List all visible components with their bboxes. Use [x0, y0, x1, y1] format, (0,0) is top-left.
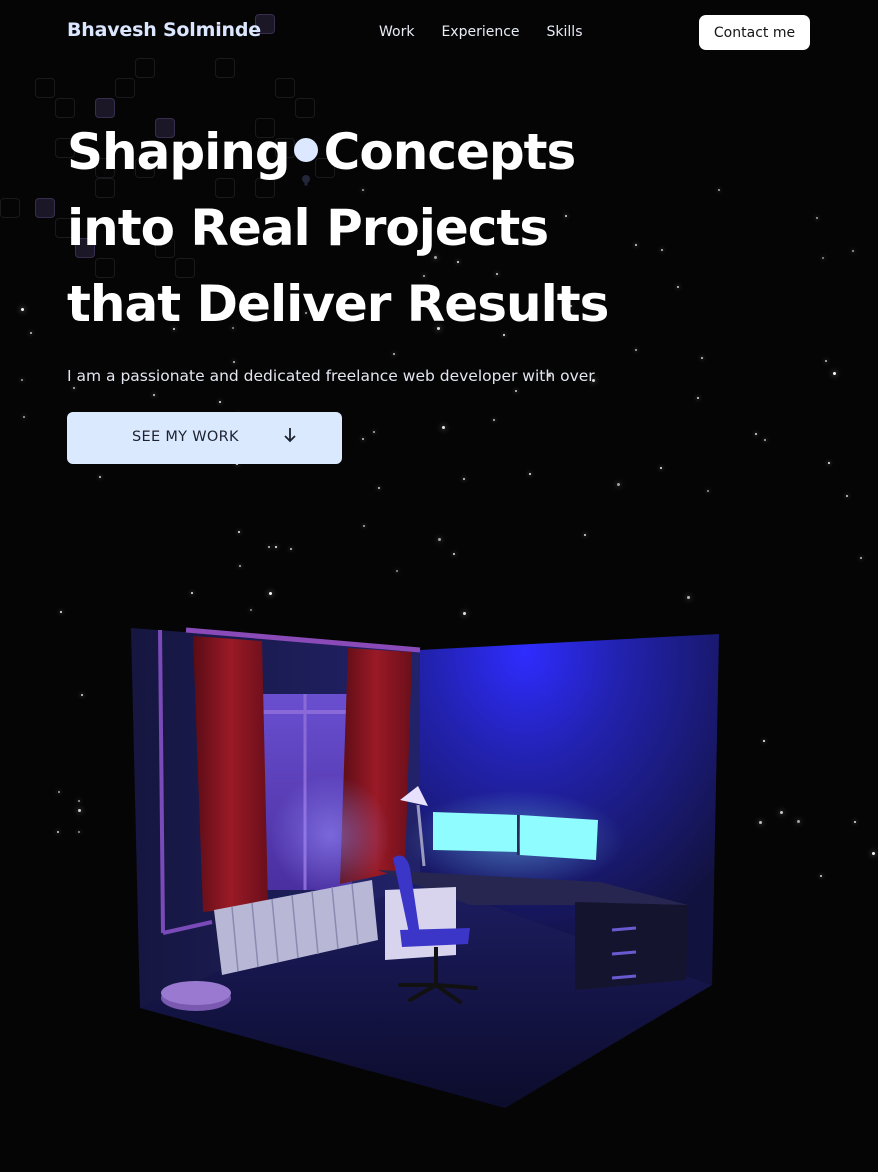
hero-line-2: into Real Projects: [67, 199, 549, 257]
page: Bhavesh Solminde Work Experience Skills …: [0, 0, 878, 1172]
hero-subtitle: I am a passionate and dedicated freelanc…: [67, 367, 595, 385]
arrow-down-icon: [284, 428, 296, 443]
see-my-work-button[interactable]: SEE MY WORK: [67, 412, 342, 464]
nav-links: Work Experience Skills: [379, 24, 583, 40]
hero-line-3: that Deliver Results: [67, 275, 609, 333]
brand-name[interactable]: Bhavesh Solminde: [67, 19, 261, 41]
hero-word-concepts: Concepts: [323, 123, 577, 181]
hero-title: Shaping Concepts into Real Projects that …: [67, 114, 609, 342]
hero-line-1: Shaping Concepts: [67, 114, 608, 190]
nav-link-skills[interactable]: Skills: [547, 24, 583, 40]
top-navbar: Bhavesh Solminde Work Experience Skills …: [0, 0, 878, 66]
lightbulb-icon: [293, 137, 318, 185]
nav-link-work[interactable]: Work: [379, 24, 414, 40]
see-my-work-label: SEE MY WORK: [132, 429, 239, 445]
hero-word-shaping: Shaping: [67, 123, 291, 181]
contact-button[interactable]: Contact me: [699, 15, 810, 50]
nav-link-experience[interactable]: Experience: [441, 24, 519, 40]
